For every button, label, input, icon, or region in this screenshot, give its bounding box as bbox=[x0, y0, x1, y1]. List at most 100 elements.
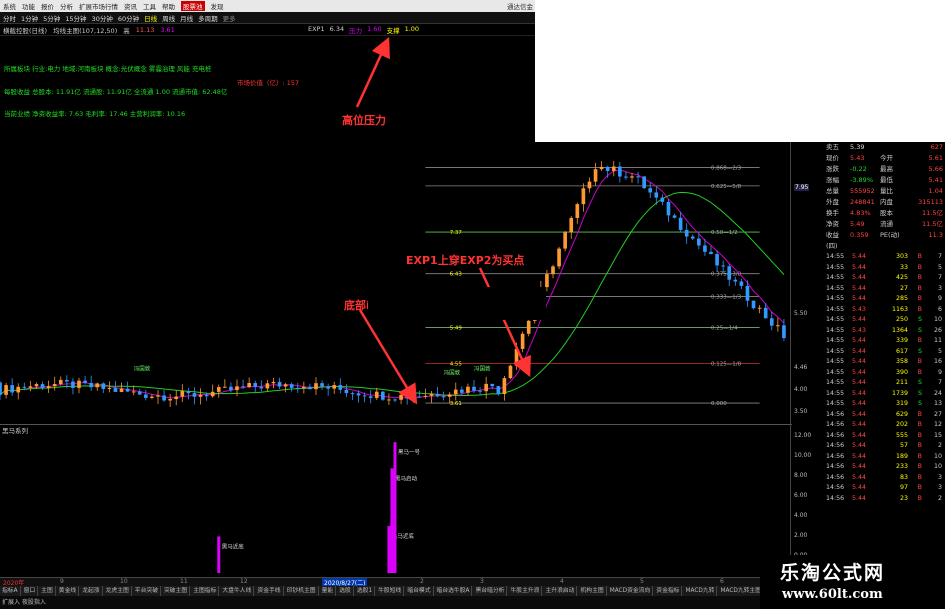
tick-time: 14:55 bbox=[826, 358, 845, 365]
tick-volume: 233 bbox=[895, 463, 908, 470]
indicator-tab[interactable]: MACD九转 bbox=[683, 586, 718, 596]
tick-time: 14:55 bbox=[826, 274, 845, 281]
indicator-tab[interactable]: 平台突破 bbox=[133, 586, 161, 596]
indicator-tab[interactable]: 资金指标 bbox=[654, 586, 683, 596]
orderbook-value: 248841 bbox=[850, 198, 875, 206]
date-mark: 11 bbox=[180, 578, 188, 585]
indicator-tab[interactable]: 暗台模式 bbox=[405, 586, 434, 596]
tick-side: B bbox=[917, 484, 922, 491]
tick-time: 14:56 bbox=[826, 431, 845, 439]
arrow-high-pressure bbox=[355, 36, 390, 108]
indicator-tab[interactable]: 暗台选牛股A bbox=[435, 586, 473, 596]
tick-time: 14:56 bbox=[826, 484, 845, 491]
tick-side: B bbox=[917, 442, 922, 449]
tick-count: 27 bbox=[933, 410, 942, 418]
tick-list[interactable]: 14:55 5.44 303 B 7 14:55 5.44 33 B 5 14:55 5.44 425 B… bbox=[824, 252, 945, 602]
indicator-tab[interactable]: 机构主图 bbox=[578, 586, 607, 596]
orderbook-row: 收益(四) 0.359 PE(动) 11.3 bbox=[824, 230, 945, 250]
tick-row: 14:56 5.44 83 B 3 bbox=[824, 473, 945, 484]
tick-price: 5.44 bbox=[852, 463, 867, 470]
indicator-tab[interactable]: 指标A bbox=[0, 586, 21, 596]
tick-price: 5.44 bbox=[852, 263, 867, 271]
indicator-tab[interactable]: 牛股主升浪 bbox=[508, 586, 543, 596]
tick-count: 10 bbox=[933, 463, 942, 470]
tick-side: B bbox=[917, 358, 922, 365]
indicator-tab[interactable]: 主图 bbox=[39, 586, 56, 596]
tick-time: 14:56 bbox=[826, 421, 845, 428]
orderbook-key: 现价 bbox=[826, 154, 839, 162]
tick-row: 14:56 5.44 57 B 2 bbox=[824, 441, 945, 452]
tick-count: 11 bbox=[933, 337, 942, 344]
indicator-tab[interactable]: 量能 bbox=[320, 586, 337, 596]
indicator-tab[interactable]: MACD资金流向 bbox=[608, 586, 654, 596]
orderbook-value: 555952 bbox=[850, 187, 875, 195]
tick-row: 14:55 5.44 617 S 5 bbox=[824, 347, 945, 358]
indicator-tab[interactable]: 窗口 bbox=[22, 586, 39, 596]
orderbook-key2: 最高 bbox=[880, 165, 893, 173]
tick-count: 7 bbox=[937, 274, 942, 281]
tick-count: 26 bbox=[933, 326, 942, 334]
sub-axis-tick: 12.00 bbox=[794, 432, 812, 439]
tick-count: 7 bbox=[937, 379, 942, 386]
tick-side: B bbox=[917, 263, 922, 271]
tick-count: 2 bbox=[937, 442, 942, 449]
date-mark: 3 bbox=[480, 578, 484, 585]
indicator-tab[interactable]: 突破主图 bbox=[162, 586, 191, 596]
status-bar: 扩展入 夜股指入 bbox=[0, 596, 792, 609]
tick-time: 14:55 bbox=[826, 316, 845, 323]
tick-side: B bbox=[917, 305, 922, 313]
orderbook-value2: 11.5亿 bbox=[922, 209, 943, 217]
sub-axis-tick: 2.00 bbox=[794, 532, 808, 539]
indicator-tab[interactable]: 大盘牛人线 bbox=[220, 586, 255, 596]
indicator-tab[interactable]: 黄金线 bbox=[57, 586, 80, 596]
order-book: 卖五 5.39 627 现价 5.43 今开 5.61 涨跌 -0.22 最高 5.66 涨幅 -3.8… bbox=[824, 142, 945, 252]
tick-time: 14:56 bbox=[826, 452, 845, 460]
indicator-tab[interactable]: 选股 bbox=[337, 586, 354, 596]
orderbook-row: 涨跌 -0.22 最高 5.66 bbox=[824, 164, 945, 175]
orderbook-value2: 627 bbox=[930, 143, 943, 151]
tick-count: 10 bbox=[933, 316, 942, 323]
orderbook-value: 5.39 bbox=[850, 143, 865, 151]
tick-row: 14:55 5.44 339 B 11 bbox=[824, 336, 945, 347]
sub-bar-label: 黑马一号 bbox=[398, 448, 421, 456]
indicator-tab[interactable]: 黑台暗分析 bbox=[473, 586, 508, 596]
indicator-tab[interactable]: 主图指标 bbox=[191, 586, 220, 596]
tick-volume: 339 bbox=[895, 337, 908, 344]
orderbook-row: 涨幅 -3.89% 最低 5.41 bbox=[824, 175, 945, 186]
tick-row: 14:56 5.44 555 B 15 bbox=[824, 431, 945, 442]
tick-time: 14:55 bbox=[826, 337, 845, 344]
indicator-tab-bar: 指标A 窗口 主图 黄金线 龙起涨 龙虎主图 平台突破 突破主图 主图指标 大盘牛人线 资金手线 印钞… bbox=[0, 586, 790, 596]
date-mark: 5 bbox=[640, 578, 644, 585]
orderbook-value: 5.49 bbox=[850, 220, 865, 228]
sub-axis-tick: 10.00 bbox=[794, 452, 812, 459]
tick-volume: 629 bbox=[895, 410, 908, 418]
indicator-tab[interactable]: 资金手线 bbox=[255, 586, 284, 596]
tick-price: 5.44 bbox=[852, 379, 867, 386]
orderbook-key2: 量比 bbox=[880, 187, 893, 195]
tick-price: 5.43 bbox=[852, 326, 867, 334]
indicator-tab[interactable]: 龙起涨 bbox=[80, 586, 103, 596]
date-mark: 10 bbox=[120, 578, 128, 585]
tick-price: 5.44 bbox=[852, 295, 867, 302]
sub-bar-label: 黑马近底 bbox=[222, 542, 245, 550]
orderbook-value: 5.43 bbox=[850, 154, 865, 162]
tick-price: 5.44 bbox=[852, 452, 867, 460]
indicator-tab[interactable]: 印钞机主图 bbox=[285, 586, 319, 596]
tick-count: 5 bbox=[937, 347, 942, 355]
orderbook-value2: 315113 bbox=[918, 198, 943, 206]
sub-panel-chart: 黑马近底黑马近底黑马启动黑马一号 bbox=[217, 442, 421, 573]
indicator-tab[interactable]: MACD九转主图 bbox=[718, 586, 765, 596]
orderbook-value2: 11.5亿 bbox=[922, 220, 943, 228]
indicator-tab[interactable]: 龙虎主图 bbox=[104, 586, 132, 596]
orderbook-value2: 5.61 bbox=[928, 154, 943, 162]
sub-bar bbox=[387, 525, 391, 573]
indicator-tab[interactable]: 选股1 bbox=[355, 586, 376, 596]
tick-row: 14:56 5.44 233 B 10 bbox=[824, 462, 945, 473]
tick-count: 7 bbox=[937, 253, 942, 260]
tick-time: 14:55 bbox=[826, 347, 845, 355]
indicator-tab[interactable]: 主升浪启动 bbox=[543, 586, 578, 596]
indicator-tab[interactable]: 牛股短线 bbox=[376, 586, 405, 596]
tick-row: 14:56 5.44 23 B 2 bbox=[824, 494, 945, 505]
tick-volume: 83 bbox=[899, 473, 908, 481]
orderbook-key: 换手 bbox=[826, 209, 839, 217]
